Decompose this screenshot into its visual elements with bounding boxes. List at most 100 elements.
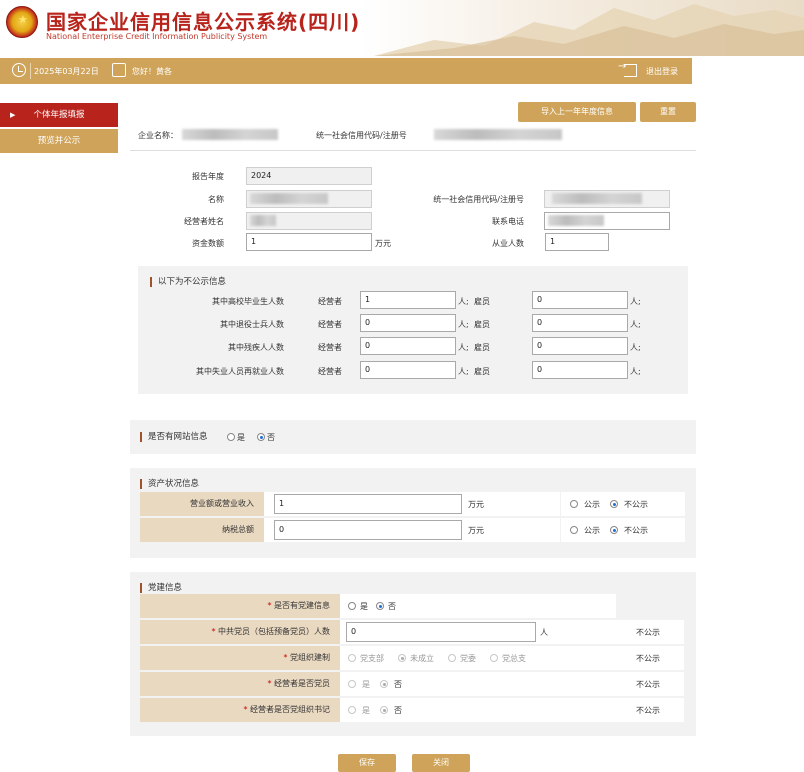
unit-person: 人;	[458, 343, 469, 352]
revenue-private-label: 不公示	[624, 500, 648, 509]
private-info-title: 以下为不公示信息	[150, 277, 226, 287]
revenue-unit: 万元	[468, 500, 484, 509]
company-name-label: 企业名称：	[138, 131, 178, 140]
capital-label: 资金数额	[192, 239, 224, 248]
party-info-label: * 是否有党建信息	[140, 594, 340, 618]
unit-person: 人;	[458, 297, 469, 306]
credit-code-label: 统一社会信用代码/注册号	[316, 131, 407, 140]
disabled-label: 其中残疾人人数	[228, 343, 284, 352]
capital-unit: 万元	[375, 239, 391, 248]
import-last-year-button[interactable]: 导入上一年年度信息	[518, 102, 636, 122]
operator-label: 经营者	[318, 320, 342, 329]
system-title: 国家企业信用信息公示系统(四川)	[46, 10, 361, 34]
website-yes-label: 是	[237, 433, 245, 442]
operator-party-member-no-radio[interactable]	[380, 680, 388, 688]
operator-party-member-no-label: 否	[394, 680, 402, 689]
unit-person: 人;	[458, 320, 469, 329]
operator-party-secretary-no-label: 否	[394, 706, 402, 715]
veterans-operator-input[interactable]: 0	[360, 314, 456, 332]
operator-party-secretary-no-radio[interactable]	[380, 706, 388, 714]
party-info-yes-radio[interactable]	[348, 602, 356, 610]
tax-public-radio[interactable]	[570, 526, 578, 534]
operator-party-secretary-status: 不公示	[636, 706, 660, 715]
revenue-label: 营业额或营业收入	[140, 492, 264, 516]
website-panel	[130, 420, 696, 454]
revenue-input[interactable]: 1	[274, 494, 462, 514]
logout-link[interactable]: 退出登录	[646, 66, 678, 77]
party-org-general-branch-radio[interactable]	[490, 654, 498, 662]
close-button[interactable]: 关闭	[412, 754, 470, 772]
website-no-radio[interactable]	[257, 433, 265, 441]
operator-party-secretary-label: * 经营者是否党组织书记	[140, 698, 340, 722]
tax-private-radio[interactable]	[610, 526, 618, 534]
party-org-committee-label: 党委	[460, 654, 476, 663]
unit-person: 人;	[630, 367, 641, 376]
operator-label: 经营者	[318, 367, 342, 376]
capital-input[interactable]: 1	[246, 233, 372, 251]
party-org-none-radio[interactable]	[398, 654, 406, 662]
operator-label: 经营者	[318, 343, 342, 352]
unit-person: 人;	[630, 320, 641, 329]
operator-party-member-yes-label: 是	[362, 680, 370, 689]
system-subtitle: National Enterprise Credit Information P…	[46, 32, 268, 41]
employee-label: 雇员	[474, 320, 490, 329]
report-year-field: 2024	[246, 167, 372, 185]
divider	[130, 150, 696, 151]
operator-name-label: 经营者姓名	[184, 217, 224, 226]
party-org-branch-radio[interactable]	[348, 654, 356, 662]
revenue-public-radio[interactable]	[570, 500, 578, 508]
graduates-operator-input[interactable]: 1	[360, 291, 456, 309]
party-org-committee-radio[interactable]	[448, 654, 456, 662]
reemployed-operator-input[interactable]: 0	[360, 361, 456, 379]
national-emblem-icon: ★	[6, 6, 38, 38]
operator-party-member-status: 不公示	[636, 680, 660, 689]
reemployed-employee-input[interactable]: 0	[532, 361, 628, 379]
company-name-redacted	[182, 129, 278, 140]
operator-name-redacted	[250, 215, 276, 226]
credit-code-field-redacted	[552, 193, 642, 204]
name-label: 名称	[208, 195, 224, 204]
phone-label: 联系电话	[492, 217, 524, 226]
party-info-no-radio[interactable]	[376, 602, 384, 610]
report-year-label: 报告年度	[192, 172, 224, 181]
site-header: ★ 国家企业信用信息公示系统(四川) National Enterprise C…	[0, 0, 804, 56]
party-title: 党建信息	[140, 583, 182, 593]
operator-party-member-yes-radio[interactable]	[348, 680, 356, 688]
user-greeting: 您好！黄各	[132, 67, 172, 76]
employee-label: 雇员	[474, 367, 490, 376]
party-org-general-branch-label: 党总支	[502, 654, 526, 663]
veterans-employee-input[interactable]: 0	[532, 314, 628, 332]
staff-count-input[interactable]: 1	[545, 233, 609, 251]
logout-icon[interactable]	[618, 61, 637, 77]
employee-label: 雇员	[474, 297, 490, 306]
sidebar-item-annual-report[interactable]: 个体年报填报	[0, 103, 118, 127]
reemployed-label: 其中失业人员再就业人数	[196, 367, 284, 376]
graduates-employee-input[interactable]: 0	[532, 291, 628, 309]
sidebar-item-preview-publish[interactable]: 预览并公示	[0, 129, 118, 153]
revenue-private-radio[interactable]	[610, 500, 618, 508]
disabled-operator-input[interactable]: 0	[360, 337, 456, 355]
operator-party-secretary-yes-radio[interactable]	[348, 706, 356, 714]
revenue-public-label: 公示	[584, 500, 600, 509]
party-info-no-label: 否	[388, 602, 396, 611]
clock-icon	[12, 63, 26, 77]
website-yes-radio[interactable]	[227, 433, 235, 441]
party-member-count-status: 不公示	[636, 628, 660, 637]
party-member-count-input[interactable]: 0	[346, 622, 536, 642]
name-redacted	[250, 193, 328, 204]
credit-code-redacted	[434, 129, 562, 140]
party-org-none-label: 未成立	[410, 654, 434, 663]
website-no-label: 否	[267, 433, 275, 442]
user-info-bar: 2025年03月22日 您好！黄各 退出登录	[0, 58, 692, 84]
party-info-yes-label: 是	[360, 602, 368, 611]
tax-unit: 万元	[468, 526, 484, 535]
party-member-count-unit: 人	[540, 628, 548, 637]
phone-redacted	[548, 215, 604, 226]
graduates-label: 其中高校毕业生人数	[212, 297, 284, 306]
unit-person: 人;	[458, 367, 469, 376]
reset-button[interactable]: 重置	[640, 102, 696, 122]
save-button[interactable]: 保存	[338, 754, 396, 772]
tax-input[interactable]: 0	[274, 520, 462, 540]
disabled-employee-input[interactable]: 0	[532, 337, 628, 355]
tax-public-label: 公示	[584, 526, 600, 535]
